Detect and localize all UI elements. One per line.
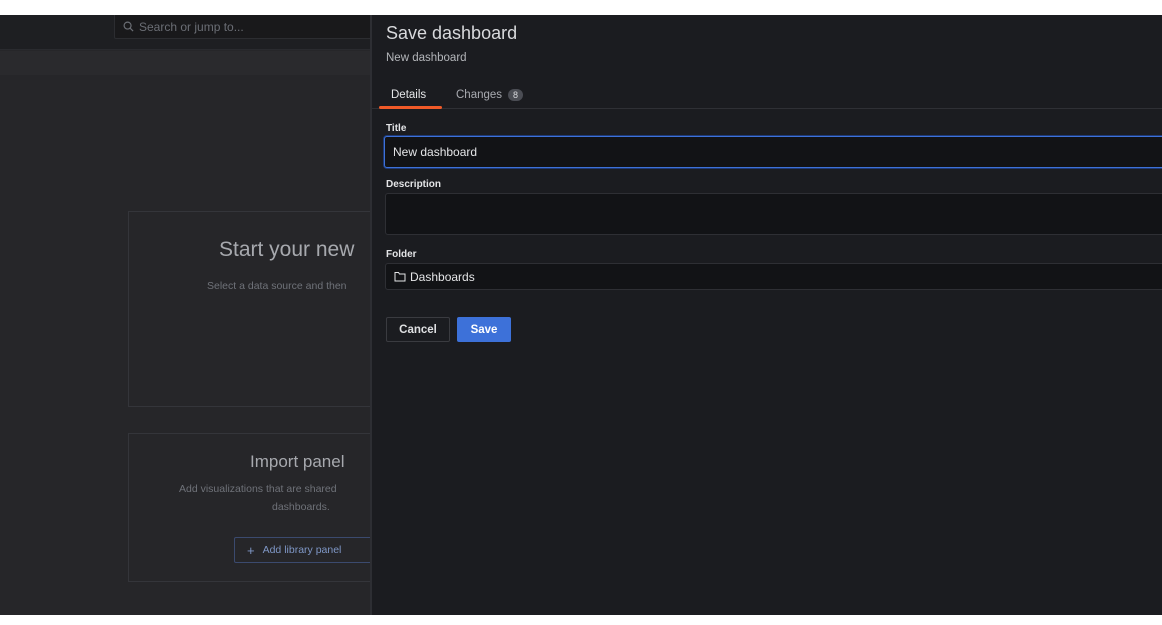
drawer-subtitle: New dashboard [386, 52, 467, 64]
folder-icon [394, 272, 406, 282]
tab-details-label: Details [391, 89, 427, 101]
drawer-tabs: Details Changes 8 [372, 81, 1162, 109]
folder-picker-value: Dashboards [410, 269, 475, 284]
title-input-value: New dashboard [393, 145, 478, 159]
description-textarea[interactable] [385, 193, 1162, 235]
changes-count-badge: 8 [508, 89, 524, 101]
drawer-title: Save dashboard [386, 23, 518, 43]
start-dashboard-card: Start your new Select a data source and … [128, 211, 388, 407]
description-field-label: Description [386, 179, 442, 190]
folder-field-label: Folder [386, 249, 417, 260]
search-icon [123, 21, 134, 32]
plus-icon: + [247, 542, 255, 558]
cancel-button[interactable]: Cancel [386, 317, 450, 342]
active-tab-indicator [379, 106, 442, 109]
title-field-label: Title [386, 123, 407, 134]
title-input[interactable]: New dashboard [384, 136, 1162, 168]
add-library-panel-label: Add library panel [262, 544, 342, 556]
tab-changes-label: Changes [456, 89, 503, 101]
save-dashboard-drawer: Save dashboard New dashboard Details Cha… [370, 15, 1162, 615]
save-button[interactable]: Save [457, 317, 511, 342]
search-input[interactable]: Search or jump to... [114, 15, 374, 39]
import-panel-card: Import panel Add visualizations that are… [128, 433, 394, 582]
search-placeholder: Search or jump to... [139, 19, 244, 34]
tab-changes[interactable]: Changes 8 [456, 81, 524, 109]
folder-picker[interactable]: Dashboards [385, 263, 1162, 290]
tab-details[interactable]: Details [379, 81, 438, 109]
